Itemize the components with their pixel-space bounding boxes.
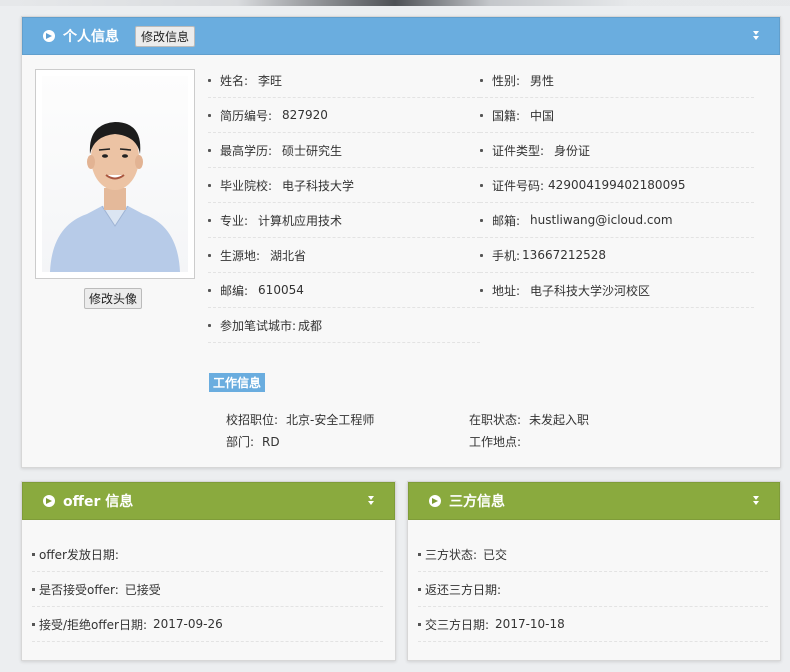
personal-info-title: 个人信息 <box>63 29 119 45</box>
bullet-icon <box>32 587 35 591</box>
personal-info-panel: 个人信息 修改信息 修改头像 姓名: 李旺 简历编号: 827920 最高学历:… <box>21 16 781 468</box>
bullet-icon <box>480 288 483 292</box>
offer-decision-date: 接受/拒绝offer日期: 2017-09-26 <box>32 607 383 642</box>
change-avatar-button[interactable]: 修改头像 <box>84 288 143 309</box>
field-origin: 生源地: 湖北省 <box>208 238 480 273</box>
field-id-number: 证件号码: 429004199402180095 <box>480 168 754 203</box>
collapse-chevron-icon[interactable] <box>751 495 761 507</box>
collapse-chevron-icon[interactable] <box>751 30 761 42</box>
bullet-icon <box>480 78 483 82</box>
person-portrait-icon <box>50 122 180 272</box>
arrow-circle-icon <box>43 30 55 42</box>
work-status: 在职状态: 未发起入职 <box>469 413 590 427</box>
offer-issue-date: offer发放日期: <box>32 537 383 572</box>
top-banner-strip <box>0 0 790 6</box>
arrow-circle-icon <box>429 495 441 507</box>
bullet-icon <box>208 288 211 292</box>
bullet-icon <box>208 253 211 257</box>
bullet-icon <box>208 78 211 82</box>
bullet-icon <box>480 113 483 117</box>
personal-info-header: 个人信息 修改信息 <box>22 17 780 55</box>
offer-info-header: offer 信息 <box>22 482 395 520</box>
field-id-type: 证件类型: 身份证 <box>480 133 754 168</box>
tripartite-info-header: 三方信息 <box>408 482 780 520</box>
field-email: 邮箱: hustliwang@icloud.com <box>480 203 754 238</box>
field-resume-id: 简历编号: 827920 <box>208 98 480 133</box>
bullet-icon <box>32 622 35 626</box>
avatar-photo <box>35 69 195 279</box>
work-position: 校招职位: 北京-安全工程师 <box>226 413 375 427</box>
field-major: 专业: 计算机应用技术 <box>208 203 480 238</box>
bullet-icon <box>208 218 211 222</box>
tripartite-status: 三方状态: 已交 <box>418 537 768 572</box>
bullet-icon <box>480 148 483 152</box>
offer-accepted: 是否接受offer: 已接受 <box>32 572 383 607</box>
work-location: 工作地点: <box>469 435 522 449</box>
offer-info-panel: offer 信息 offer发放日期: 是否接受offer: 已接受 接受/拒绝… <box>21 481 396 661</box>
field-nationality: 国籍: 中国 <box>480 98 754 133</box>
edit-info-button[interactable]: 修改信息 <box>135 25 196 47</box>
bullet-icon <box>208 148 211 152</box>
bullet-icon <box>480 253 483 257</box>
bullet-icon <box>208 183 211 187</box>
field-name: 姓名: 李旺 <box>208 63 480 98</box>
field-gender: 性别: 男性 <box>480 63 754 98</box>
tripartite-return-date: 返还三方日期: <box>418 572 768 607</box>
bullet-icon <box>418 587 421 591</box>
bullet-icon <box>208 113 211 117</box>
tripartite-info-title: 三方信息 <box>449 494 505 510</box>
work-info-tag: 工作信息 <box>209 373 266 392</box>
arrow-circle-icon <box>43 495 55 507</box>
bullet-icon <box>32 552 35 556</box>
bullet-icon <box>208 323 211 327</box>
field-education: 最高学历: 硕士研究生 <box>208 133 480 168</box>
field-exam-city: 参加笔试城市: 成都 <box>208 308 480 343</box>
tripartite-info-panel: 三方信息 三方状态: 已交 返还三方日期: 交三方日期: 2017-10-18 <box>407 481 781 661</box>
bullet-icon <box>480 218 483 222</box>
field-phone: 手机: 13667212528 <box>480 238 754 273</box>
offer-info-title: offer 信息 <box>63 494 134 510</box>
collapse-chevron-icon[interactable] <box>366 495 376 507</box>
field-school: 毕业院校: 电子科技大学 <box>208 168 480 203</box>
bullet-icon <box>418 622 421 626</box>
tripartite-submit-date: 交三方日期: 2017-10-18 <box>418 607 768 642</box>
work-department: 部门: RD <box>226 435 280 449</box>
bullet-icon <box>480 183 483 187</box>
field-postcode: 邮编: 610054 <box>208 273 480 308</box>
bullet-icon <box>418 552 421 556</box>
field-address: 地址: 电子科技大学沙河校区 <box>480 273 754 308</box>
